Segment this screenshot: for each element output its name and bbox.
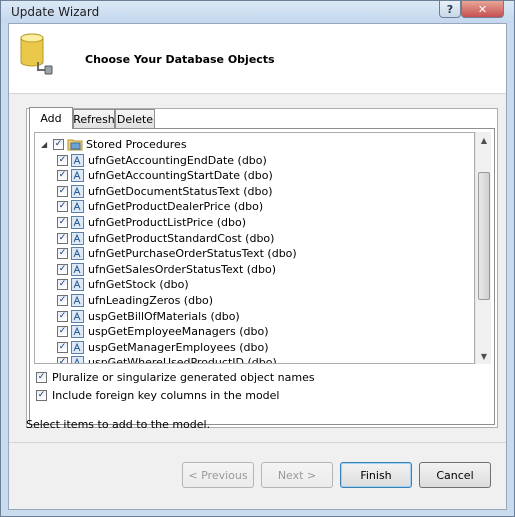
database-icon [20,33,53,75]
cancel-button[interactable]: Cancel [419,462,491,488]
tree-item-label: uspGetBillOfMaterials (dbo) [88,309,240,323]
tree-item-checkbox[interactable]: ✓ [57,326,68,338]
tree-item-label: ufnGetAccountingStartDate (dbo) [88,169,273,183]
tree-item-checkbox[interactable]: ✓ [57,154,68,166]
function-icon [71,340,84,354]
function-icon [71,293,84,307]
tree-item-checkbox[interactable]: ✓ [57,248,68,260]
function-icon [71,153,84,167]
tree-item-label: ufnGetStock (dbo) [88,278,189,292]
tree-item-label: ufnGetSalesOrderStatusText (dbo) [88,262,277,276]
status-message: Select items to add to the model. [26,418,211,431]
tree-item[interactable]: ✓ ufnGetAccountingStartDate (dbo) [57,168,273,184]
tree-scrollbar[interactable]: ▲ ▼ [475,132,491,364]
tree-item[interactable]: ✓ ufnGetProductStandardCost (dbo) [57,230,274,246]
wizard-header: Choose Your Database Objects [9,24,506,94]
tree-item[interactable]: ✓ ufnGetAccountingEndDate (dbo) [57,152,267,168]
foreign-key-label: Include foreign key columns in the model [52,388,280,402]
tree-item[interactable]: ✓ ufnGetSalesOrderStatusText (dbo) [57,261,276,277]
function-icon [71,184,84,198]
stored-procedures-checkbox[interactable]: ✓ [53,138,64,150]
scroll-up-arrow-icon[interactable]: ▲ [476,132,492,148]
pluralize-checkbox[interactable]: ✓ [36,371,47,383]
update-wizard-window: Update Wizard ? ✕ Choose Your Database O… [0,0,515,517]
tree-item[interactable]: ✓ ufnGetStock (dbo) [57,277,189,293]
tab-add[interactable]: Add [29,107,73,129]
tree-node-label: Stored Procedures [86,137,187,151]
function-icon [71,356,84,363]
function-icon [71,309,84,323]
next-button[interactable]: Next > [261,462,333,488]
tree-item-label: ufnGetProductStandardCost (dbo) [88,231,275,245]
tree-node-stored-procedures[interactable]: ◢ ✓ Stored Procedures [41,136,187,152]
tree-item-checkbox[interactable]: ✓ [57,310,68,322]
tree-item[interactable]: ✓ uspGetManagerEmployees (dbo) [57,339,269,355]
tree-item-checkbox[interactable]: ✓ [57,232,68,244]
function-icon [71,200,84,214]
tree-item-checkbox[interactable]: ✓ [57,357,68,363]
tree-item-checkbox[interactable]: ✓ [57,170,68,182]
title-bar: Update Wizard ? ✕ [1,1,514,23]
wizard-client-area: Choose Your Database Objects Add Refresh… [8,23,507,510]
foreign-key-option[interactable]: ✓ Include foreign key columns in the mod… [36,387,280,403]
scrollbar-thumb[interactable] [478,172,490,300]
tree-item-label: uspGetEmployeeManagers (dbo) [88,325,269,339]
tree-item[interactable]: ✓ uspGetWhereUsedProductID (dbo) [57,355,277,364]
tree-item-checkbox[interactable]: ✓ [57,294,68,306]
tab-refresh[interactable]: Refresh [73,109,115,128]
function-icon [71,231,84,245]
tree-item-label: ufnGetProductListPrice (dbo) [88,215,247,229]
tree-item[interactable]: ✓ ufnLeadingZeros (dbo) [57,292,213,308]
object-tree[interactable]: ◢ ✓ Stored Procedures ✓ ufnGetAccountingE… [34,132,475,364]
tree-item[interactable]: ✓ uspGetEmployeeManagers (dbo) [57,324,269,340]
function-icon [71,278,84,292]
tab-delete[interactable]: Delete [115,109,155,128]
tree-item-label: ufnGetDocumentStatusText (dbo) [88,184,273,198]
window-title: Update Wizard [11,5,100,19]
tree-item-checkbox[interactable]: ✓ [57,263,68,275]
function-icon [71,169,84,183]
tree-item-label: uspGetManagerEmployees (dbo) [88,340,269,354]
tree-item[interactable]: ✓ ufnGetProductListPrice (dbo) [57,214,246,230]
scroll-down-arrow-icon[interactable]: ▼ [476,348,492,364]
tree-item[interactable]: ✓ ufnGetProductDealerPrice (dbo) [57,199,263,215]
tree-item-label: ufnGetAccountingEndDate (dbo) [88,153,267,167]
previous-button[interactable]: < Previous [182,462,254,488]
pluralize-label: Pluralize or singularize generated objec… [52,370,315,384]
tree-item[interactable]: ✓ uspGetBillOfMaterials (dbo) [57,308,240,324]
tree-item-label: ufnLeadingZeros (dbo) [88,293,214,307]
tree-item-label: ufnGetPurchaseOrderStatusText (dbo) [88,247,297,261]
page-title: Choose Your Database Objects [85,53,275,66]
tree-item-label: ufnGetProductDealerPrice (dbo) [88,200,264,214]
close-button[interactable]: ✕ [461,1,504,18]
tree-item[interactable]: ✓ ufnGetPurchaseOrderStatusText (dbo) [57,246,297,262]
tree-item-label: uspGetWhereUsedProductID (dbo) [88,356,277,364]
function-icon [71,215,84,229]
pluralize-option[interactable]: ✓ Pluralize or singularize generated obj… [36,369,315,385]
stored-procedures-folder-icon [67,139,83,151]
tab-panel: Add Refresh Delete ◢ ✓ Stored Procedures… [26,107,498,428]
help-button[interactable]: ? [439,1,461,18]
tree-item-checkbox[interactable]: ✓ [57,279,68,291]
finish-button[interactable]: Finish [340,462,412,488]
function-icon [71,247,84,261]
tree-item[interactable]: ✓ ufnGetDocumentStatusText (dbo) [57,183,272,199]
tree-item-checkbox[interactable]: ✓ [57,201,68,213]
foreign-key-checkbox[interactable]: ✓ [36,389,47,401]
tree-item-checkbox[interactable]: ✓ [57,341,68,353]
tree-item-checkbox[interactable]: ✓ [57,185,68,197]
collapse-arrow-icon[interactable]: ◢ [41,140,50,149]
tree-item-checkbox[interactable]: ✓ [57,216,68,228]
footer-divider [9,442,506,443]
function-icon [71,262,84,276]
tab-content-add: ◢ ✓ Stored Procedures ✓ ufnGetAccountingE… [29,128,495,425]
function-icon [71,325,84,339]
